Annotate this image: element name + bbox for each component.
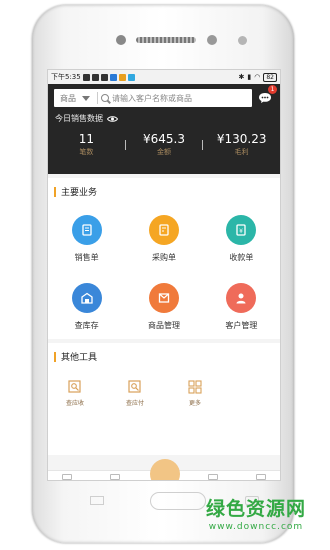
today-sales-label: 今日销售数据 (55, 114, 103, 123)
other-tools-card: 其他工具 查应收 查应付 更多 (48, 343, 280, 455)
stat-value: ¥130.23 (216, 132, 267, 146)
signal-icon: ▮ (247, 73, 252, 81)
warehouse-icon (71, 283, 102, 313)
section-accent (54, 351, 56, 362)
product-box-icon (148, 283, 179, 313)
stat-profit: ¥130.23 毛利 (203, 132, 280, 157)
payables-button[interactable]: 查应付 (118, 380, 152, 407)
search-divider (97, 92, 98, 104)
wifi-icon: ◠ (254, 73, 261, 81)
tool-label: 更多 (188, 400, 201, 407)
receipt-order-icon: ¥ (226, 215, 257, 245)
search-type-label: 商品 (60, 93, 76, 103)
menu-key[interactable] (90, 496, 104, 505)
purchase-order-icon (148, 215, 179, 245)
watermark-title: 绿色资源网 (205, 498, 306, 520)
chevron-down-icon (82, 95, 90, 101)
nav-list-icon[interactable] (110, 474, 120, 480)
speaker-grille (136, 37, 196, 43)
nav-report-icon[interactable] (208, 474, 218, 480)
eye-icon[interactable] (107, 115, 118, 123)
business-label: 查库存 (74, 321, 99, 330)
stat-count: 11 笔数 (48, 132, 125, 157)
section-title: 主要业务 (48, 178, 280, 205)
watermark: 绿色资源网 www.downcc.com (206, 494, 306, 532)
notification-icon (109, 73, 117, 81)
business-label: 收款单 (229, 253, 254, 262)
watermark-url: www.downcc.com (208, 522, 304, 532)
notification-icon (91, 73, 99, 81)
product-management-button[interactable]: 商品管理 (125, 283, 202, 331)
search-icon (101, 94, 109, 102)
business-label: 商品管理 (147, 321, 180, 330)
sales-header: 商品 请输入客户名称或商品 1 今日销售数据 11 笔数 ¥645.3 金额 ¥… (48, 84, 280, 174)
notification-icon (100, 73, 108, 81)
nav-center-button[interactable] (150, 459, 180, 480)
chat-icon (259, 93, 271, 103)
notification-icon (127, 73, 135, 81)
search-row: 商品 请输入客户名称或商品 1 (48, 84, 280, 107)
bluetooth-icon: ✱ (238, 73, 245, 81)
message-badge: 1 (268, 85, 277, 94)
today-sales-row: 今日销售数据 (48, 107, 280, 124)
section-title: 其他工具 (48, 343, 280, 370)
status-bar: 下午5:35 ✱ ▮ ◠ 82 (48, 70, 280, 84)
main-business-card: 主要业务 销售单 采购单 ¥ 收款单 查库存 商品管理 客户管理 (48, 178, 280, 339)
tool-label: 查应付 (125, 400, 144, 407)
home-button[interactable] (150, 492, 206, 510)
front-camera-icon (207, 35, 217, 45)
search-box[interactable]: 商品 请输入客户名称或商品 (54, 89, 252, 107)
business-label: 采购单 (151, 253, 176, 262)
receivables-button[interactable]: 查应收 (58, 380, 92, 407)
search-input[interactable]: 请输入客户名称或商品 (112, 93, 192, 104)
notification-icon (82, 73, 90, 81)
grid-icon (188, 380, 202, 394)
sales-order-icon (71, 215, 102, 245)
tool-label: 查应收 (65, 400, 84, 407)
stat-value: 11 (78, 132, 94, 146)
app-screen: 下午5:35 ✱ ▮ ◠ 82 商品 请输入客户名称或商品 1 今日销售数据 1… (47, 69, 281, 481)
nav-home-icon[interactable] (62, 474, 72, 480)
search-type-dropdown[interactable]: 商品 (54, 93, 94, 104)
light-sensor-icon (238, 36, 247, 45)
purchase-order-button[interactable]: 采购单 (125, 215, 202, 263)
stat-label: 毛利 (234, 148, 249, 156)
phone-top (32, 5, 294, 70)
stat-value: ¥645.3 (143, 132, 185, 146)
customer-management-button[interactable]: 客户管理 (203, 283, 280, 331)
stat-label: 笔数 (79, 148, 94, 156)
battery-icon: 82 (263, 72, 277, 82)
svg-text:¥: ¥ (239, 228, 243, 235)
more-button[interactable]: 更多 (178, 380, 212, 407)
other-tools-title: 其他工具 (61, 353, 98, 363)
stat-amount: ¥645.3 金额 (126, 132, 203, 157)
bottom-nav (48, 459, 280, 480)
sales-stats: 11 笔数 ¥645.3 金额 ¥130.23 毛利 (48, 132, 280, 157)
receivables-icon (68, 380, 81, 393)
tools-row: 查应收 查应付 更多 (48, 370, 280, 407)
business-label: 销售单 (74, 253, 99, 262)
section-accent (54, 186, 56, 197)
payables-icon (128, 380, 141, 393)
sensor-icon (116, 35, 126, 45)
check-inventory-button[interactable]: 查库存 (48, 283, 125, 331)
customer-icon (226, 283, 257, 313)
business-label: 客户管理 (225, 321, 258, 330)
nav-profile-icon[interactable] (256, 474, 266, 480)
receipt-order-button[interactable]: ¥ 收款单 (203, 215, 280, 263)
status-right: ✱ ▮ ◠ 82 (238, 72, 277, 82)
stat-label: 金额 (157, 148, 171, 156)
message-button[interactable]: 1 (256, 85, 277, 107)
main-business-title: 主要业务 (61, 188, 98, 198)
business-grid: 销售单 采购单 ¥ 收款单 查库存 商品管理 客户管理 (48, 205, 280, 339)
status-time: 下午5:35 (51, 73, 81, 81)
notification-icon (118, 73, 126, 81)
sales-order-button[interactable]: 销售单 (48, 215, 125, 263)
